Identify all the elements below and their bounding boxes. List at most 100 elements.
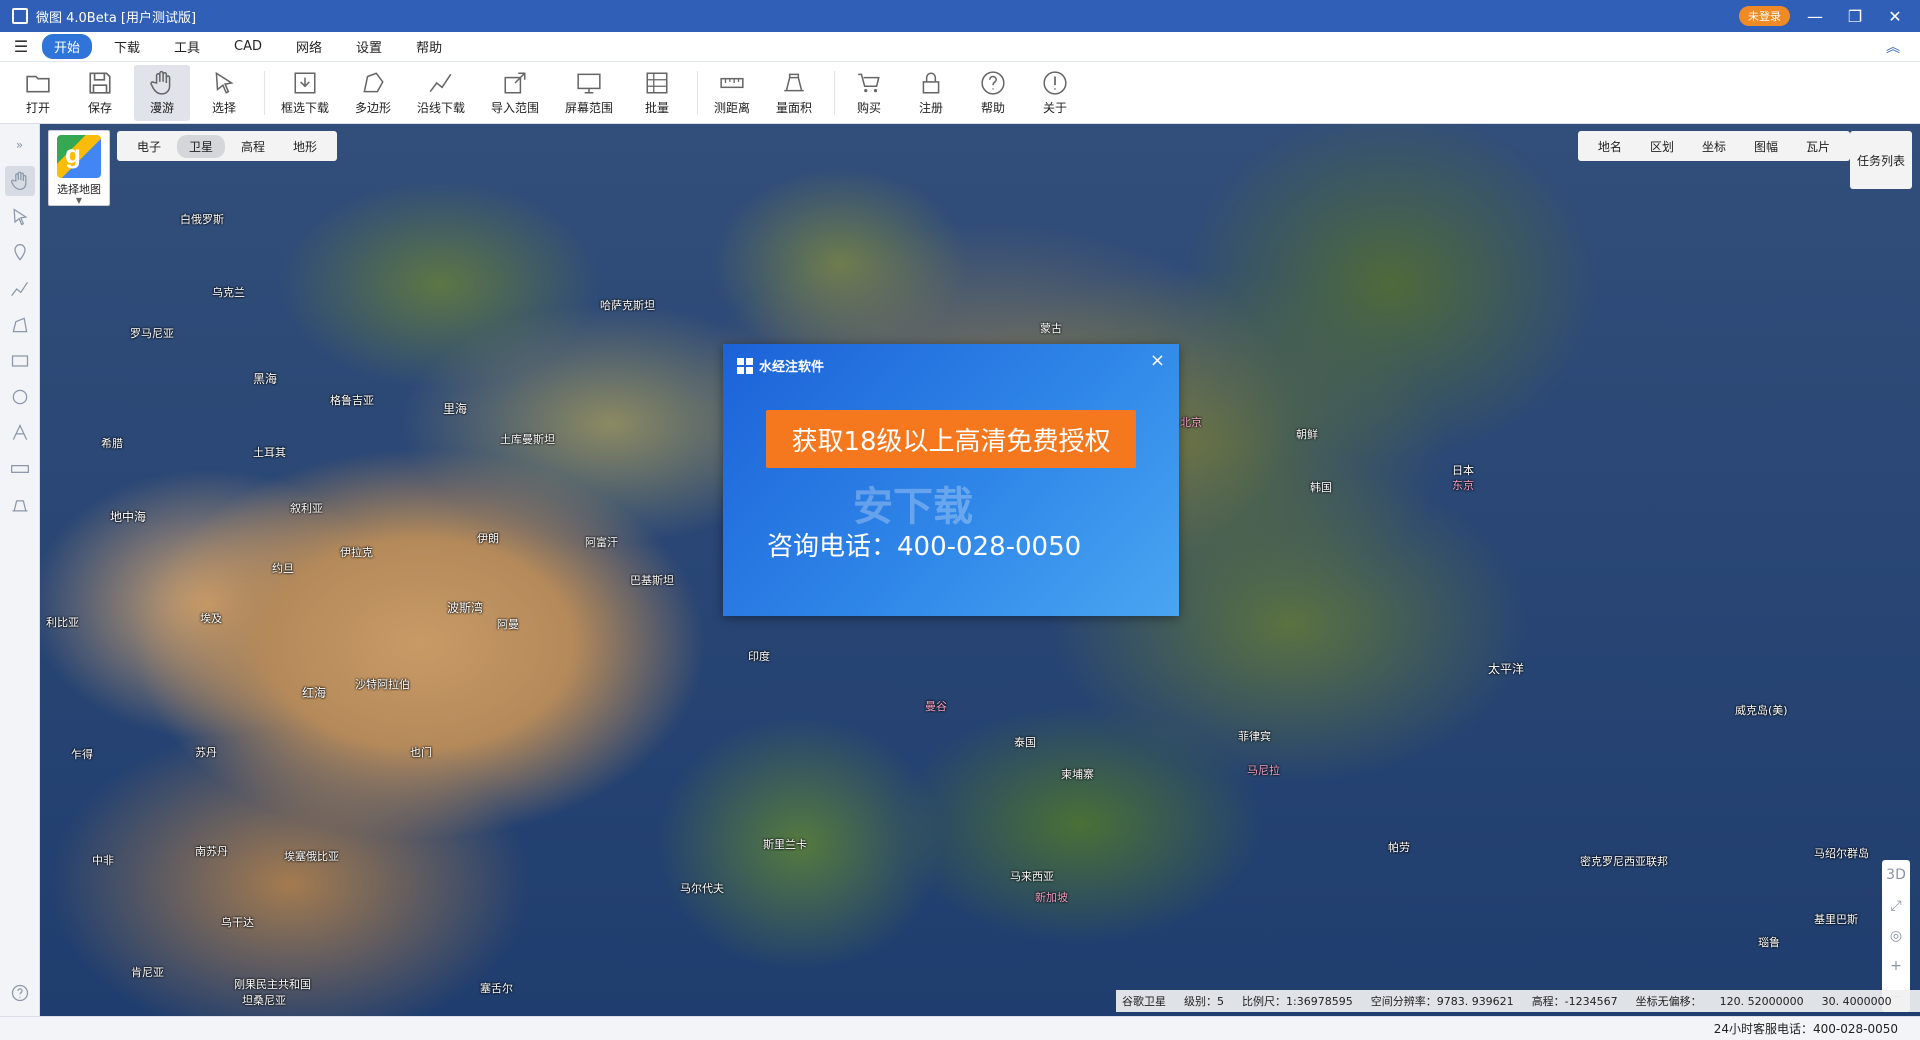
area-icon — [784, 73, 804, 91]
layer-tabs: 电子 卫星 高程 地形 — [117, 131, 338, 161]
line-download-icon — [429, 73, 452, 92]
side-rectangle-tool[interactable] — [5, 346, 35, 376]
scale-readout: 比例尺：1:36978595 — [1242, 995, 1353, 1008]
tab-electronic[interactable]: 电子 — [125, 135, 173, 158]
menu-network[interactable]: 网络 — [284, 34, 334, 59]
polyline-icon — [10, 281, 28, 297]
map-label: 叙利亚 — [290, 502, 323, 515]
map-source-switch[interactable]: g 选择地图 ▼ — [48, 130, 110, 206]
side-polygon-tool[interactable] — [5, 310, 35, 340]
about-button[interactable]: 关于 — [1027, 65, 1083, 121]
open-button[interactable]: 打开 — [10, 65, 66, 121]
menu-cad[interactable]: CAD — [222, 36, 274, 57]
locate-icon[interactable]: ◎ — [1890, 928, 1902, 944]
map-label: 柬埔寨 — [1061, 768, 1094, 781]
map-label: 刚果民主共和国 — [234, 978, 311, 991]
box-download-button[interactable]: 框选下载 — [271, 65, 339, 121]
screen-extent-button[interactable]: 屏幕范围 — [555, 65, 623, 121]
map-label: 哈萨克斯坦 — [600, 299, 655, 312]
map-label: 密克罗尼西亚联邦 — [1580, 855, 1668, 868]
map-label: 马绍尔群岛 — [1814, 847, 1869, 860]
menu-download[interactable]: 下载 — [102, 34, 152, 59]
side-circle-tool[interactable] — [5, 382, 35, 412]
popup-close-button[interactable]: × — [1150, 350, 1165, 371]
map-label: 埃塞俄比亚 — [284, 850, 339, 863]
tab-satellite[interactable]: 卫星 — [177, 134, 226, 158]
overlay-districts[interactable]: 区划 — [1636, 135, 1688, 158]
window-title: 微图 4.0Beta [用户测试版] — [36, 10, 197, 26]
map-label: 朝鲜 — [1296, 428, 1318, 441]
map-label: 伊朗 — [477, 532, 499, 545]
save-button[interactable]: 保存 — [72, 65, 128, 121]
map-label: 沙特阿拉伯 — [355, 678, 410, 691]
pointer-icon — [12, 208, 28, 226]
side-select-tool[interactable] — [5, 202, 35, 232]
side-text-tool[interactable] — [5, 418, 35, 448]
side-line-tool[interactable] — [5, 274, 35, 304]
map-label: 太平洋 — [1488, 662, 1525, 676]
map-label: 肯尼亚 — [131, 966, 164, 979]
map-label: 中非 — [92, 854, 114, 867]
hamburger-menu-icon[interactable]: ☰ — [0, 37, 42, 56]
app-icon — [12, 8, 28, 24]
menu-settings[interactable]: 设置 — [344, 34, 394, 59]
collapse-ribbon-icon[interactable]: ︽ — [1886, 37, 1900, 57]
help-button[interactable]: 帮助 — [965, 65, 1021, 121]
select-button[interactable]: 选择 — [196, 65, 252, 121]
popup-brand: 水经注软件 — [759, 360, 825, 375]
menu-tools[interactable]: 工具 — [162, 34, 212, 59]
map-label: 罗马尼亚 — [130, 327, 174, 340]
zoom-in-button[interactable]: + — [1890, 958, 1902, 974]
login-badge[interactable]: 未登录 — [1739, 6, 1790, 26]
task-list-button[interactable]: 任务列表 — [1850, 131, 1912, 189]
side-help-icon[interactable] — [5, 978, 35, 1008]
map-label: 乍得 — [71, 748, 93, 761]
minimize-button[interactable]: — — [1800, 3, 1830, 29]
map-label: 印度 — [748, 650, 770, 663]
expand-sidebar-icon[interactable]: » — [5, 130, 35, 160]
register-button[interactable]: 注册 — [903, 65, 959, 121]
tab-elevation[interactable]: 高程 — [229, 135, 277, 158]
polygon-button[interactable]: 多边形 — [345, 65, 401, 121]
overlay-map-sheets[interactable]: 图幅 — [1740, 135, 1792, 158]
map-label: 伊拉克 — [340, 546, 373, 559]
longitude-readout: 120. 52000000 — [1719, 994, 1804, 1008]
watermark: 安下载 — [853, 484, 973, 530]
map-label: 希腊 — [101, 437, 123, 450]
map-label: 土库曼斯坦 — [500, 433, 555, 446]
overlay-coordinates[interactable]: 坐标 — [1688, 135, 1740, 158]
measure-area-button[interactable]: 量面积 — [766, 65, 822, 121]
side-area-tool[interactable] — [5, 490, 35, 520]
line-download-button[interactable]: 沿线下载 — [407, 65, 475, 121]
map-label: 东京 — [1452, 479, 1474, 492]
buy-button[interactable]: 购买 — [841, 65, 897, 121]
close-window-button[interactable]: ✕ — [1880, 3, 1910, 29]
box-download-icon — [294, 71, 316, 94]
3d-toggle-button[interactable]: 3D — [1886, 867, 1906, 883]
overlay-tabs: 地名 区划 坐标 图幅 瓦片 — [1577, 131, 1850, 161]
map-label: 马来西亚 — [1010, 870, 1054, 883]
circle-icon — [12, 389, 27, 405]
menu-start[interactable]: 开始 — [42, 34, 93, 59]
overlay-place-names[interactable]: 地名 — [1584, 135, 1636, 158]
fullscreen-icon[interactable]: ⤢ — [1890, 898, 1901, 914]
left-tool-sidebar: » — [0, 124, 40, 1016]
batch-button[interactable]: 批量 — [629, 65, 685, 121]
restore-button[interactable]: ❐ — [1840, 3, 1870, 29]
overlay-tiles[interactable]: 瓦片 — [1792, 135, 1844, 158]
measure-distance-button[interactable]: 测距离 — [704, 65, 760, 121]
side-marker-tool[interactable] — [5, 238, 35, 268]
import-extent-button[interactable]: 导入范围 — [481, 65, 549, 121]
offset-readout: 坐标无偏移： — [1635, 995, 1702, 1008]
area-icon — [12, 500, 27, 512]
pan-button[interactable]: 漫游 — [134, 64, 190, 121]
tab-terrain[interactable]: 地形 — [281, 135, 329, 158]
toolbar-separator — [264, 70, 265, 115]
map-label: 红海 — [302, 686, 327, 700]
map-label: 日本 — [1452, 464, 1474, 477]
batch-icon — [646, 71, 668, 94]
side-ruler-tool[interactable] — [5, 454, 35, 484]
free-license-button[interactable]: 获取18级以上高清免费授权 — [766, 410, 1136, 468]
side-pan-tool[interactable] — [4, 166, 35, 196]
menu-help[interactable]: 帮助 — [404, 34, 454, 59]
